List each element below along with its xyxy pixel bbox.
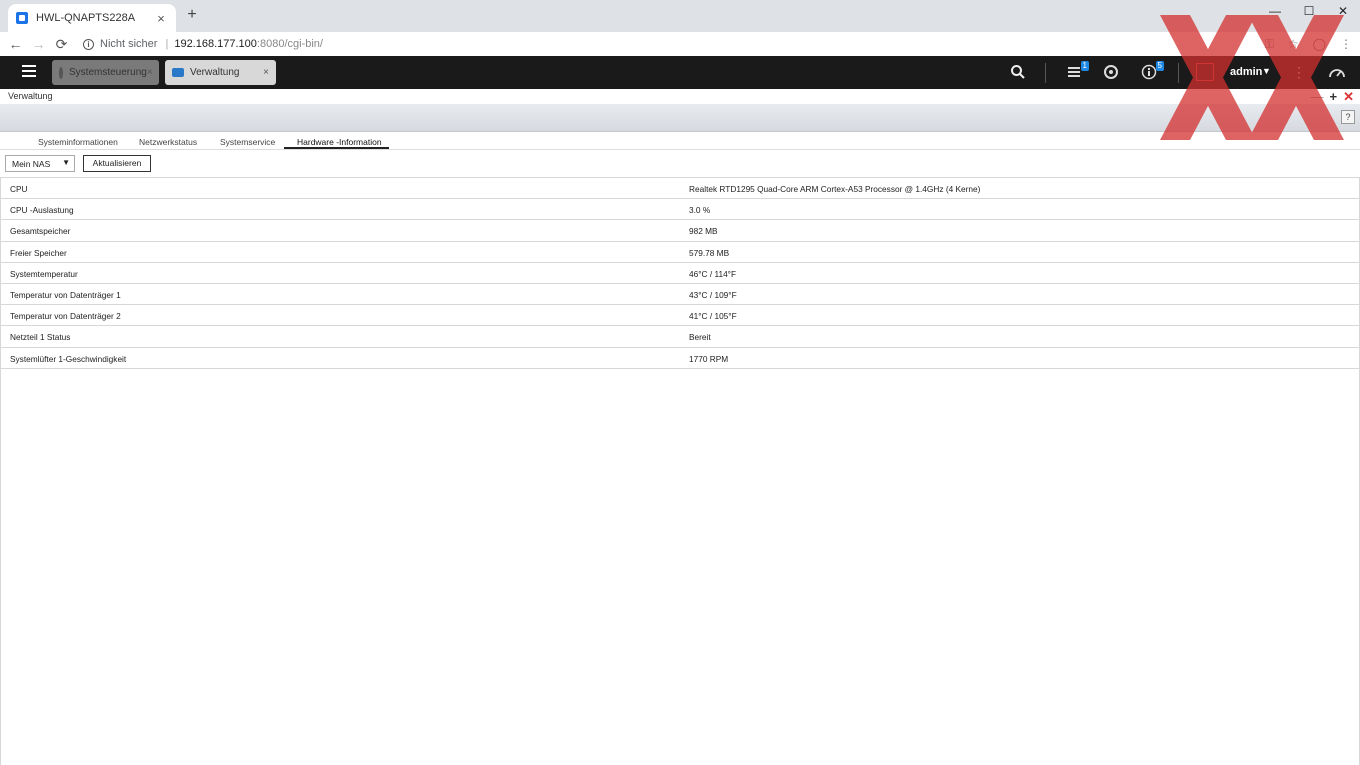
row-value: Bereit [689,332,711,343]
row-value: 982 MB [689,226,718,237]
row-label: Temperatur von Datenträger 1 [10,289,121,300]
sync-icon[interactable] [1103,64,1119,80]
url-path: :8080/cgi-bin/ [256,38,323,50]
hardware-info-table: CPU Realtek RTD1295 Quad-Core ARM Cortex… [0,177,1360,369]
table-row: Gesamtspeicher 982 MB [0,220,1360,242]
row-value: 46°C / 114°F [689,268,737,279]
tab-netzwerkstatus[interactable]: Netzwerkstatus [139,137,197,147]
table-row: CPU Realtek RTD1295 Quad-Core ARM Cortex… [0,178,1360,200]
device-select[interactable]: Mein NAS ▼ [5,155,75,172]
row-label: Systemlüfter 1-Geschwindigkeit [10,353,127,364]
forward-button[interactable]: → [27,34,50,54]
monitor-icon [172,68,184,77]
qnap-favicon-icon [16,12,28,24]
reload-button[interactable]: ⟳ [50,34,73,54]
hamburger-menu-icon[interactable] [22,65,36,77]
row-value: Realtek RTD1295 Quad-Core ARM Cortex-A53… [689,184,981,194]
table-row: Freier Speicher 579.78 MB [0,242,1360,263]
window-title: Verwaltung [8,91,53,101]
security-status: Nicht sicher [100,38,158,50]
new-tab-button[interactable]: + [184,6,200,24]
table-row: Netzteil 1 Status Bereit [0,326,1360,348]
header-divider [1045,63,1046,83]
app-tab-close-icon[interactable]: × [263,67,269,78]
search-icon[interactable] [1010,64,1026,80]
browser-toolbar: ← → ⟳ i Nicht sicher | 192.168.177.100 :… [0,32,1360,56]
browser-tab-strip: HWL-QNAPTS228A × + — ☐ ✕ [0,0,1360,32]
tasks-badge: 1 [1080,61,1089,71]
app-tab-label: Verwaltung [190,67,240,78]
row-label: CPU -Auslastung [10,205,74,216]
refresh-button[interactable]: Aktualisieren [83,155,151,172]
row-value: 1770 RPM [689,353,729,364]
device-select-value: Mein NAS [12,159,51,169]
address-bar[interactable]: i Nicht sicher | 192.168.177.100 :8080/c… [83,34,1263,54]
gear-icon [59,66,63,79]
chevron-down-icon: ▼ [62,158,70,167]
url-host: 192.168.177.100 [174,38,257,50]
row-label: Gesamtspeicher [10,226,71,237]
row-label: Freier Speicher [10,247,67,258]
site-info-icon[interactable]: i [83,38,94,50]
row-value: 43°C / 109°F [689,289,737,300]
row-value: 579.78 MB [689,247,730,258]
browser-tab-close-icon[interactable]: × [154,11,168,26]
watermark-logo [1160,15,1344,140]
table-row: Temperatur von Datenträger 2 41°C / 105°… [0,305,1360,327]
app-tab-label: Systemsteuerung [69,67,147,78]
info-icon[interactable]: 5 [1141,61,1164,80]
tab-systeminformationen[interactable]: Systeminformationen [38,137,118,147]
app-tab-systemsteuerung[interactable]: Systemsteuerung × [52,60,159,85]
app-banner: ? [0,104,1360,132]
app-tab-verwaltung[interactable]: Verwaltung × [165,60,276,85]
row-label: Temperatur von Datenträger 2 [10,311,121,322]
row-label: CPU [10,184,28,194]
back-button[interactable]: ← [4,34,27,54]
table-row: Temperatur von Datenträger 1 43°C / 109°… [0,284,1360,306]
browser-tab-title: HWL-QNAPTS228A [36,12,136,24]
table-row: Systemtemperatur 46°C / 114°F [0,263,1360,284]
row-value: 3.0 % [689,205,711,216]
active-tab-indicator [284,147,389,149]
row-value: 41°C / 105°F [689,311,737,322]
table-row: Systemlüfter 1-Geschwindigkeit 1770 RPM [0,348,1360,369]
table-row: CPU -Auslastung 3.0 % [0,199,1360,221]
tab-systemservice[interactable]: Systemservice [220,137,275,147]
close-icon[interactable]: ✕ [1343,89,1354,105]
app-tab-close-icon[interactable]: × [147,67,153,78]
address-separator: | [165,38,169,50]
row-label: Systemtemperatur [10,268,78,279]
nas-header: Systemsteuerung × Verwaltung × 1 5 admin… [0,56,1360,89]
window-title-bar: Verwaltung — + ✕ [0,89,1360,104]
browser-tab[interactable]: HWL-QNAPTS228A × [8,4,176,32]
tab-hardware-information[interactable]: Hardware -Information [297,137,382,147]
row-label: Netzteil 1 Status [10,332,71,343]
tasks-icon[interactable]: 1 [1066,61,1089,80]
sub-tabs: Systeminformationen Netzwerkstatus Syste… [0,133,1360,150]
